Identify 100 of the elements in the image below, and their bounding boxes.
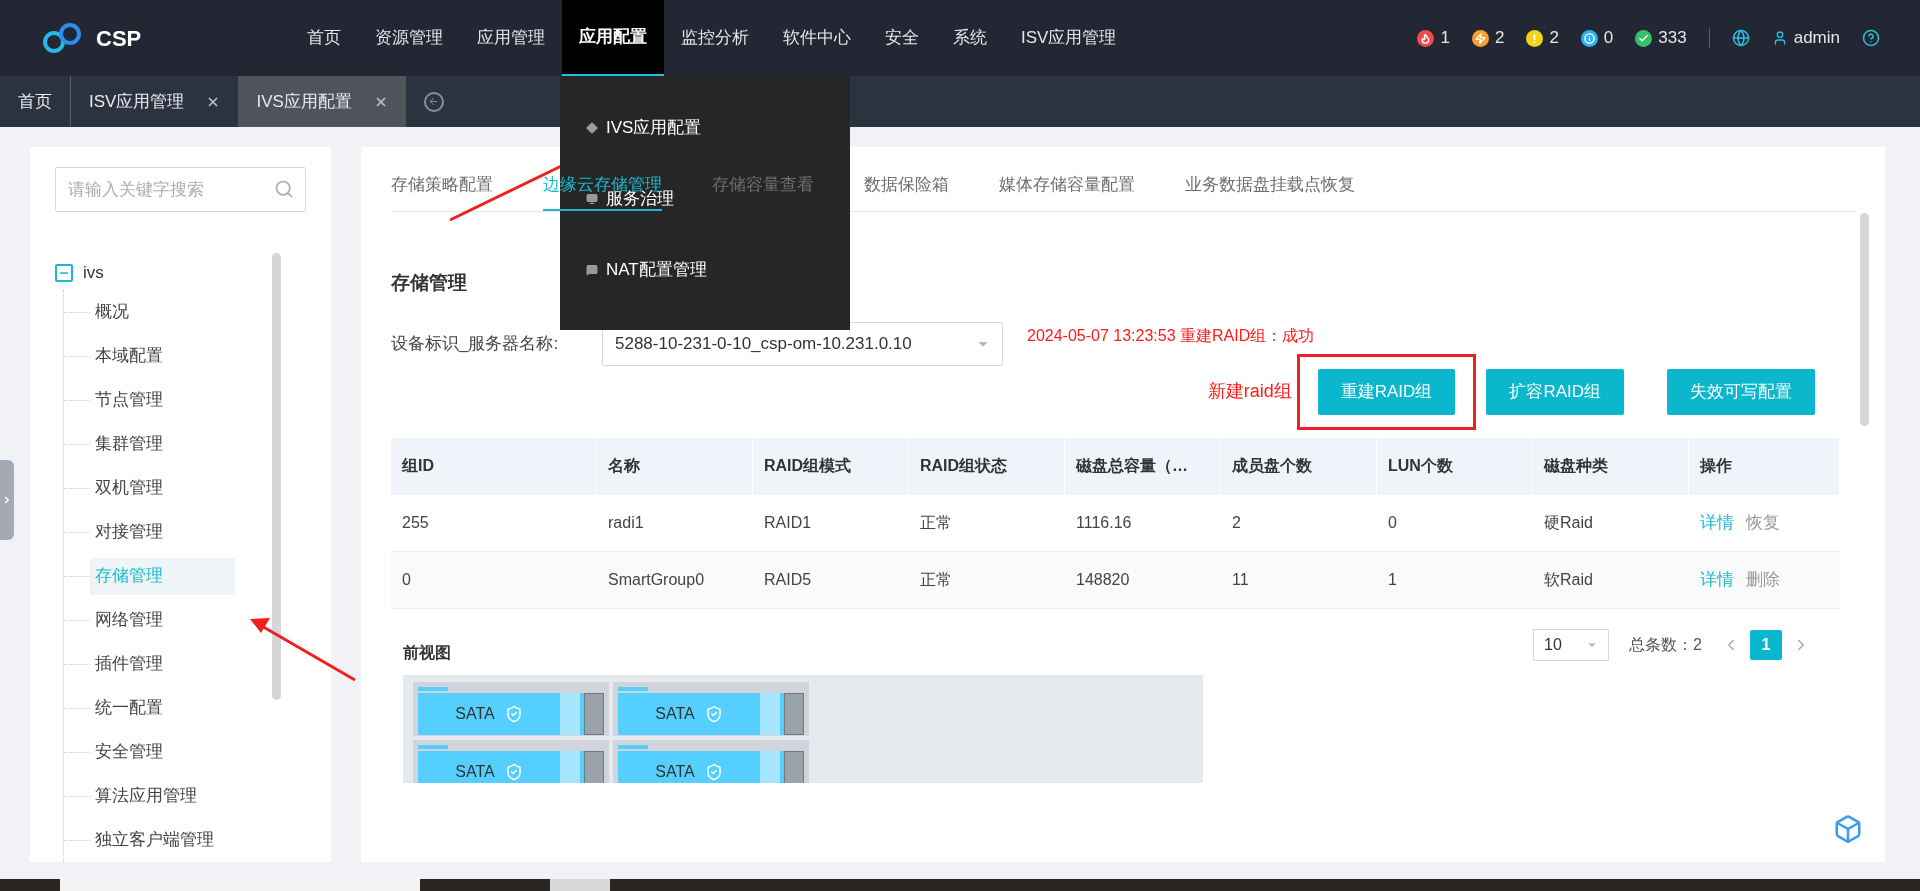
tree-item[interactable]: 网络管理 (90, 601, 235, 639)
tree-item[interactable]: 对接管理 (90, 513, 235, 551)
status-message: 2024-05-07 13:23:53 重建RAID组：成功 (1027, 325, 1315, 346)
menu-item[interactable]: IVS应用配置 (586, 116, 702, 140)
table-cell-text: 0 (1388, 512, 1397, 533)
nav-item[interactable]: 系统 (936, 0, 1004, 76)
check-icon[interactable] (1635, 29, 1653, 47)
alert-count: 2 (1549, 27, 1559, 50)
tree-item[interactable]: 独立客户端管理 (90, 821, 235, 859)
collapse-icon[interactable] (55, 264, 73, 282)
nav-item[interactable]: 首页 (290, 0, 358, 76)
drive-slot[interactable]: SATA (413, 681, 609, 736)
table-cell-text: SmartGroup0 (608, 569, 705, 590)
tree-item[interactable]: 概况 (90, 293, 235, 331)
column-header: 磁盘总容量（… (1076, 456, 1188, 476)
scrollbar[interactable] (272, 253, 281, 700)
tree-item[interactable]: 算法应用管理 (90, 777, 235, 815)
shield-icon (704, 762, 723, 781)
shield-icon (704, 704, 723, 723)
tree-item[interactable]: 集群管理 (90, 425, 235, 463)
tree-item[interactable]: 安全管理 (90, 733, 235, 771)
nav-item[interactable]: 安全 (868, 0, 936, 76)
table-cell-text: 软Raid (1544, 569, 1593, 590)
table-cell-text: 正常 (920, 512, 952, 533)
tree-node[interactable]: ivs (83, 260, 104, 286)
cube-icon[interactable] (1833, 814, 1863, 844)
drive-label: SATA (455, 761, 495, 782)
tree-item[interactable]: 双机管理 (90, 469, 235, 507)
total-count: 总条数：2 (1629, 634, 1702, 655)
column-header: 名称 (608, 456, 640, 476)
table-cell-text: 硬Raid (1544, 512, 1593, 533)
column-header: LUN个数 (1388, 456, 1453, 476)
page-tab[interactable]: IVS应用配置 (238, 76, 406, 127)
alert-count: 0 (1603, 27, 1614, 50)
back-icon[interactable] (423, 91, 444, 112)
search-icon[interactable] (274, 179, 294, 199)
diamond-icon (586, 122, 598, 134)
page-size-select[interactable]: 10 (1533, 628, 1610, 661)
section-title: 存储管理 (391, 271, 467, 295)
page-tab[interactable]: 首页 (0, 76, 71, 127)
drive-label: SATA (655, 703, 695, 724)
shield-icon (504, 762, 523, 781)
table-cell-text: RAID5 (764, 569, 812, 590)
help-icon[interactable] (1862, 29, 1880, 47)
user-name[interactable]: admin (1793, 25, 1840, 51)
page-tab[interactable]: ISV应用管理 (71, 76, 239, 127)
fire-icon[interactable] (1417, 29, 1435, 47)
alert-count: 333 (1658, 27, 1687, 50)
column-header: 组ID (402, 456, 434, 476)
globe-icon[interactable] (1731, 29, 1750, 47)
sidebar-toggle-handle[interactable] (0, 460, 14, 540)
bolt-icon[interactable] (1471, 29, 1489, 47)
table-cell-text: 2 (1232, 512, 1241, 533)
table-cell-text: 148820 (1076, 569, 1130, 590)
nav-item[interactable]: 应用配置 (562, 0, 664, 76)
table-cell-text: 正常 (920, 569, 952, 590)
menu-item[interactable]: NAT配置管理 (586, 258, 707, 282)
front-view-title: 前视图 (403, 642, 452, 663)
table-cell-text: 11 (1232, 569, 1249, 590)
logo[interactable]: CSP (40, 20, 290, 56)
tree-item[interactable]: 统一配置 (90, 689, 235, 727)
alert-count: 1 (1440, 27, 1450, 50)
column-header: RAID组状态 (920, 456, 1008, 476)
shield-icon (504, 704, 523, 723)
annotation-label: 新建raid组 (1207, 380, 1292, 403)
info-icon[interactable] (1580, 29, 1598, 47)
table-cell-text: 1 (1388, 569, 1397, 590)
field-label: 设备标识_服务器名称: (391, 332, 560, 355)
search-field[interactable]: 请输入关键字搜索 (55, 167, 306, 212)
table-cell-text: 1116.16 (1076, 512, 1132, 533)
content-tab[interactable]: 数据保险箱 (864, 166, 949, 211)
nav-item[interactable]: ISV应用管理 (1004, 0, 1134, 76)
drive-label: SATA (455, 703, 495, 724)
content-tab[interactable]: 存储策略配置 (391, 166, 493, 211)
monitor-icon (586, 193, 598, 205)
column-header: 操作 (1700, 456, 1732, 476)
chat-icon (586, 264, 598, 276)
nav-item[interactable]: 资源管理 (358, 0, 460, 76)
drive-slot[interactable]: SATA (413, 739, 609, 783)
nav-item[interactable]: 应用管理 (460, 0, 562, 76)
nav-item[interactable]: 软件中心 (766, 0, 868, 76)
table-cell-text: 0 (402, 569, 411, 590)
content-tab[interactable]: 媒体存储容量配置 (999, 166, 1135, 211)
drive-slot[interactable]: SATA (613, 681, 809, 736)
warning-icon[interactable] (1526, 29, 1544, 47)
table-cell-text: RAID1 (764, 512, 812, 533)
column-header: RAID组模式 (764, 456, 852, 476)
table-cell-text: 255 (402, 512, 429, 533)
tree-item[interactable]: 本域配置 (90, 337, 235, 375)
scrollbar[interactable] (1860, 213, 1869, 426)
drive-slot[interactable]: SATA (613, 739, 809, 783)
tree-item[interactable]: 节点管理 (90, 381, 235, 419)
alert-count: 2 (1494, 27, 1505, 50)
table-cell-text: radi1 (608, 512, 644, 533)
content-tab[interactable]: 业务数据盘挂载点恢复 (1185, 166, 1355, 211)
tree-item[interactable]: 插件管理 (90, 645, 235, 683)
drive-label: SATA (655, 761, 695, 782)
nav-item[interactable]: 监控分析 (664, 0, 766, 76)
column-header: 磁盘种类 (1544, 456, 1608, 476)
column-header: 成员盘个数 (1232, 456, 1312, 476)
